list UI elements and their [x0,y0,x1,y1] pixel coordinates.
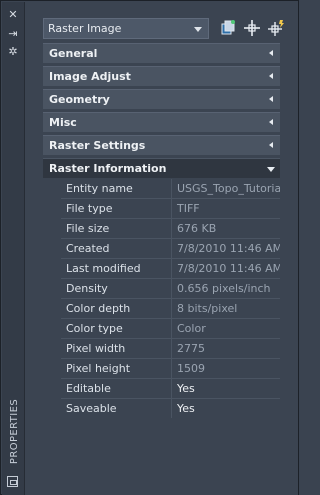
property-row-density[interactable]: Density 0.656 pixels/inch [61,279,280,299]
property-value: TIFF [171,199,280,218]
property-value: Color [171,319,280,338]
property-row-color-depth[interactable]: Color depth 8 bits/pixel [61,299,280,319]
autohide-icon[interactable]: ⇥ [6,26,20,40]
property-label: Density [66,282,108,295]
property-row-file-size[interactable]: File size 676 KB [61,219,280,239]
object-type-value: Raster Image [48,22,122,35]
toggle-pickadd-icon[interactable] [267,19,285,37]
property-row-saveable[interactable]: Saveable Yes [61,399,280,419]
section-image-adjust[interactable]: Image Adjust [43,66,280,86]
panel-window-icon[interactable] [7,476,18,487]
property-row-created[interactable]: Created 7/8/2010 11:46 AM [61,239,280,259]
chevron-down-icon [194,27,202,32]
property-label: Entity name [66,182,133,195]
property-label: Last modified [66,262,141,275]
property-value: 1509 [171,359,280,378]
property-label: Pixel width [66,342,126,355]
property-label: Editable [66,382,111,395]
property-value: USGS_Topo_Tutorial [171,179,280,198]
section-raster-information[interactable]: Raster Information [43,158,280,178]
property-value: 7/8/2010 11:46 AM [171,239,280,258]
property-value: Yes [171,399,280,418]
chevron-left-icon [269,142,273,148]
property-label: Color type [66,322,123,335]
property-row-editable[interactable]: Editable Yes [61,379,280,399]
properties-content: Raster Image General Image Adjust Geomet… [25,2,298,495]
properties-palette: ✕ ⇥ ✲ PROPERTIES Raster Image General Im… [0,0,299,495]
section-geometry[interactable]: Geometry [43,89,280,109]
chevron-left-icon [269,119,273,125]
property-row-file-type[interactable]: File type TIFF [61,199,280,219]
chevron-left-icon [269,50,273,56]
properties-title: PROPERTIES [9,398,21,465]
property-value: Yes [171,379,280,398]
property-label: Created [66,242,110,255]
chevron-left-icon [269,73,273,79]
chevron-left-icon [269,96,273,102]
property-row-last-modified[interactable]: Last modified 7/8/2010 11:46 AM [61,259,280,279]
property-value: 7/8/2010 11:46 AM [171,259,280,278]
property-row-pixel-height[interactable]: Pixel height 1509 [61,359,280,379]
raster-information-table: Entity name USGS_Topo_Tutorial File type T… [61,179,280,419]
close-icon[interactable]: ✕ [6,7,20,21]
property-label: File size [66,222,110,235]
property-row-color-type[interactable]: Color type Color [61,319,280,339]
palette-title-bar[interactable]: ✕ ⇥ ✲ PROPERTIES [2,2,25,495]
property-value: 0.656 pixels/inch [171,279,280,298]
property-row-entity-name[interactable]: Entity name USGS_Topo_Tutorial [61,179,280,199]
property-label: Saveable [66,402,117,415]
select-objects-icon[interactable] [243,19,261,37]
panel-empty-area [25,418,298,495]
quick-select-icon[interactable] [219,19,237,37]
property-label: File type [66,202,113,215]
section-raster-settings[interactable]: Raster Settings [43,135,280,155]
object-type-dropdown[interactable]: Raster Image [43,18,209,39]
settings-icon[interactable]: ✲ [6,44,20,58]
section-general[interactable]: General [43,43,280,63]
property-value: 2775 [171,339,280,358]
property-label: Pixel height [66,362,131,375]
property-row-pixel-width[interactable]: Pixel width 2775 [61,339,280,359]
property-value: 8 bits/pixel [171,299,280,318]
chevron-down-icon [267,167,275,172]
section-misc[interactable]: Misc [43,112,280,132]
property-label: Color depth [66,302,131,315]
property-value: 676 KB [171,219,280,238]
